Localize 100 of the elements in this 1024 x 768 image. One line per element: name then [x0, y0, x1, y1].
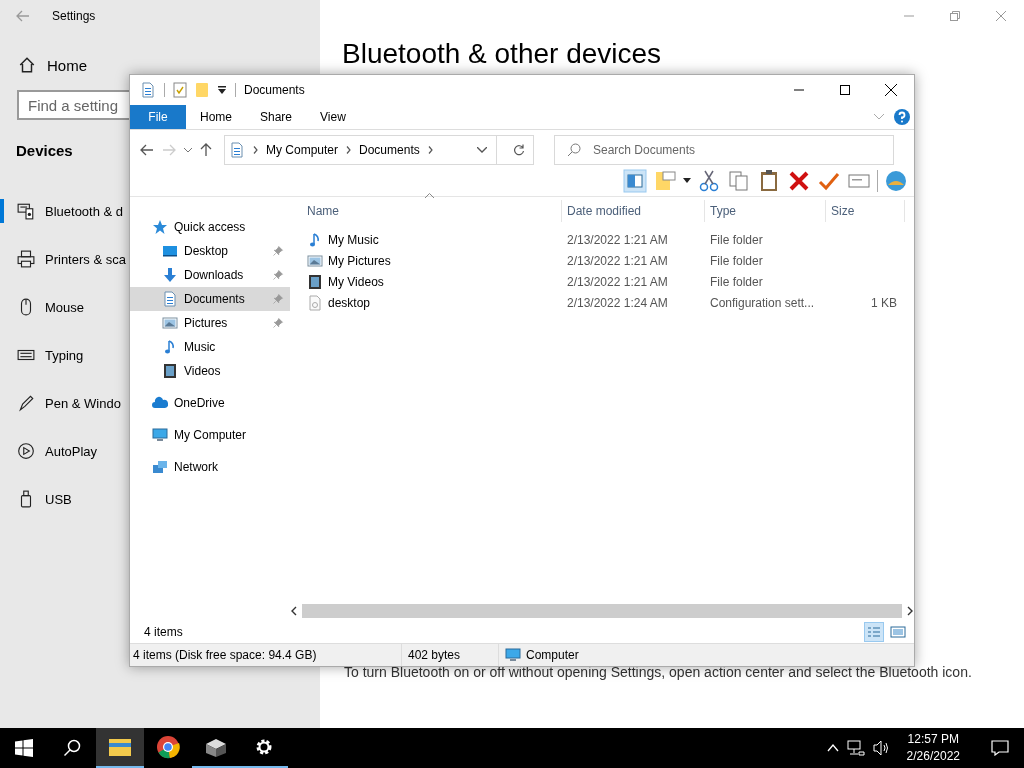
pin-icon: [272, 269, 284, 281]
document-icon: [229, 142, 245, 158]
address-bar[interactable]: My Computer Documents: [224, 135, 534, 165]
network-icon: [152, 459, 168, 475]
ribbon-tab[interactable]: Home: [186, 110, 246, 124]
settings-nav-item[interactable]: Typing: [0, 343, 84, 367]
file-name[interactable]: My Music: [290, 231, 562, 248]
nav-pane-item[interactable]: Downloads: [130, 263, 290, 287]
nav-pane-item[interactable]: Documents: [130, 287, 290, 311]
chevron-right-icon[interactable]: [253, 146, 258, 154]
checkbox-icon[interactable]: [173, 82, 187, 98]
column-header[interactable]: Date modified: [562, 200, 705, 222]
settings-nav-item[interactable]: Bluetooth & d: [0, 199, 124, 223]
chevron-right-icon[interactable]: [346, 146, 352, 154]
settings-nav-item[interactable]: Printers & sca: [0, 247, 126, 271]
scrollbar-thumb[interactable]: [302, 604, 902, 618]
settings-file-icon: [307, 294, 323, 311]
file-tab[interactable]: File: [130, 105, 186, 129]
window-title: Documents: [244, 83, 305, 97]
column-header[interactable]: Type: [705, 200, 826, 222]
box-icon: [204, 736, 228, 758]
download-arrow-icon: [162, 267, 178, 283]
close-icon[interactable]: [885, 84, 897, 96]
file-name[interactable]: desktop: [290, 294, 562, 311]
home-nav-item[interactable]: Home: [0, 32, 87, 74]
taskbar-app[interactable]: [96, 728, 144, 768]
nav-pane-item[interactable]: My Computer: [130, 423, 290, 447]
windows-logo-icon[interactable]: [15, 739, 33, 757]
column-header[interactable]: Size: [826, 200, 905, 222]
table-cell-text: File folder: [709, 232, 764, 247]
network-icon[interactable]: [846, 740, 865, 756]
item-count: 4 items: [144, 625, 183, 639]
desktop-icon: [162, 243, 178, 259]
delete-icon[interactable]: [787, 169, 811, 193]
page-heading: Bluetooth & other devices: [342, 38, 662, 70]
chevron-right-icon[interactable]: [427, 146, 433, 154]
picture-icon: [307, 252, 323, 269]
maximize-icon[interactable]: [840, 85, 850, 95]
clock-time[interactable]: 12:57 PM: [907, 731, 959, 748]
nav-pane-item[interactable]: Quick access: [130, 215, 290, 239]
search-icon[interactable]: [63, 739, 81, 757]
restore-icon[interactable]: [950, 11, 960, 21]
chevron-up-icon[interactable]: [826, 744, 839, 752]
settings-icon: [254, 737, 274, 757]
settings-nav-item[interactable]: Pen & Windo: [0, 391, 121, 415]
dropdown-icon[interactable]: [217, 85, 227, 95]
monitor-icon: [152, 427, 168, 443]
dropdown-icon[interactable]: [683, 178, 691, 184]
table-cell-text: File folder: [709, 274, 764, 289]
table-cell-text: 2/13/2022 1:21 AM: [566, 253, 669, 268]
pin-icon: [272, 245, 284, 257]
up-arrow-icon[interactable]: [200, 143, 212, 157]
nav-pane-item[interactable]: OneDrive: [130, 391, 290, 415]
nav-pane-item[interactable]: Videos: [130, 359, 290, 383]
file-name[interactable]: My Pictures: [290, 252, 562, 269]
back-arrow-icon[interactable]: [140, 144, 154, 156]
star-icon: [152, 219, 168, 235]
clock-date[interactable]: 2/26/2022: [906, 748, 960, 765]
refresh-icon[interactable]: [513, 144, 525, 156]
settings-nav-item[interactable]: Mouse: [0, 295, 85, 319]
home-icon: [18, 56, 36, 74]
search-field[interactable]: Search Documents: [554, 135, 894, 165]
ribbon-tab[interactable]: Share: [246, 110, 307, 124]
document-icon: [162, 291, 178, 307]
table-cell-text: 2/13/2022 1:24 AM: [566, 295, 669, 310]
section-heading: Devices: [16, 142, 73, 159]
scissors-icon[interactable]: [697, 169, 721, 193]
picture-icon: [162, 315, 178, 331]
speaker-icon[interactable]: [872, 740, 891, 756]
globe-icon[interactable]: [884, 169, 908, 193]
preview-pane-icon[interactable]: [623, 169, 647, 193]
browser-icon: [156, 735, 180, 759]
film-icon: [307, 273, 323, 290]
file-name[interactable]: My Videos: [290, 273, 562, 290]
speech-bubble-icon[interactable]: [991, 740, 1009, 756]
settings-nav-item[interactable]: AutoPlay: [0, 439, 98, 463]
chevron-down-icon[interactable]: [477, 147, 487, 153]
nav-pane-item[interactable]: Music: [130, 335, 290, 359]
scroll-left-icon[interactable]: [290, 606, 298, 616]
cloud-icon: [152, 395, 168, 411]
pin-icon: [272, 293, 284, 305]
pin-icon: [272, 317, 284, 329]
folder-icon: [108, 737, 132, 757]
table-cell-text: File folder: [709, 253, 764, 268]
search-icon: [567, 143, 581, 157]
table-cell-text: 1 KB: [870, 295, 898, 310]
settings-nav-item[interactable]: USB: [0, 487, 72, 511]
pen-icon: [17, 394, 35, 412]
monitor-icon: [504, 647, 522, 663]
column-header[interactable]: Name: [290, 200, 562, 222]
nav-pane-item[interactable]: Pictures: [130, 311, 290, 335]
breadcrumb[interactable]: Documents: [359, 143, 420, 157]
scroll-right-icon[interactable]: [906, 606, 914, 616]
breadcrumb[interactable]: My Computer: [266, 143, 339, 157]
ribbon-tab[interactable]: View: [306, 110, 360, 124]
help-icon[interactable]: [894, 109, 910, 125]
nav-pane-item[interactable]: Network: [130, 455, 290, 479]
nav-pane-item[interactable]: Desktop: [130, 239, 290, 263]
chevron-down-icon[interactable]: [184, 147, 192, 153]
window-title: Settings: [52, 9, 96, 23]
